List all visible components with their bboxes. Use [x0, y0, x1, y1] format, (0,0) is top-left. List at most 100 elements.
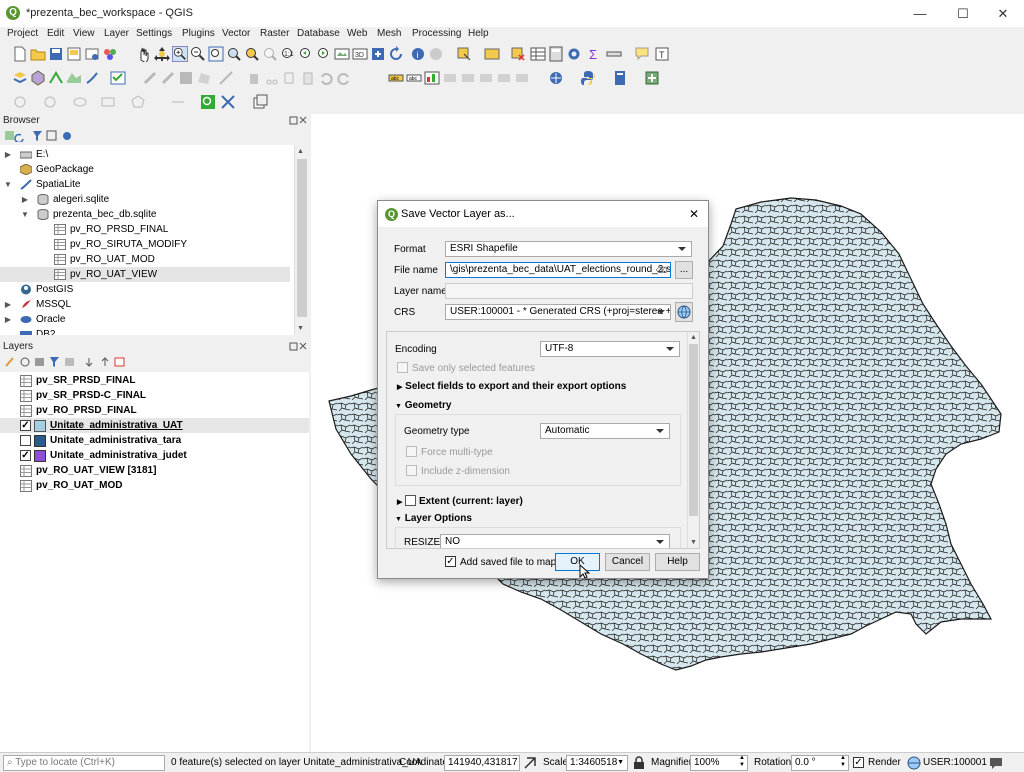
- add-vector-layer-icon[interactable]: [66, 70, 82, 86]
- zoom-last-icon[interactable]: [298, 46, 314, 62]
- extent-section[interactable]: ▶ Extent (current: layer): [397, 493, 523, 507]
- layer-labeling-icon[interactable]: abc: [406, 70, 422, 86]
- panel-float-close-icon[interactable]: [289, 342, 307, 351]
- move-label-icon[interactable]: [478, 70, 494, 86]
- add-to-map-checkbox[interactable]: ✓: [445, 556, 456, 567]
- minimize-button[interactable]: —: [900, 0, 940, 27]
- browser-item-oracle[interactable]: ▶ Oracle: [0, 312, 294, 327]
- zoom-native-icon[interactable]: 1:1: [280, 46, 296, 62]
- force-multi-checkbox[interactable]: [406, 446, 417, 457]
- select-by-value-icon[interactable]: [484, 46, 500, 62]
- cancel-button[interactable]: Cancel: [605, 553, 650, 571]
- layer-visibility-checkbox[interactable]: ✓: [20, 450, 31, 461]
- ok-button[interactable]: OK: [555, 553, 600, 571]
- new-map-view-icon[interactable]: [334, 46, 350, 62]
- geometry-type-combobox[interactable]: Automatic: [540, 423, 670, 439]
- browser-item-db2[interactable]: DB2: [0, 327, 294, 335]
- layer-row[interactable]: pv_RO_UAT_VIEW [3181]: [0, 463, 309, 478]
- zoom-next-icon[interactable]: [316, 46, 332, 62]
- new-print-layout-icon[interactable]: [66, 46, 82, 62]
- resize-combobox[interactable]: NO: [440, 534, 670, 548]
- new-project-icon[interactable]: [12, 46, 28, 62]
- plugin-manager-icon[interactable]: [644, 70, 660, 86]
- zoom-full-icon[interactable]: [226, 46, 242, 62]
- browser-item-e-drive[interactable]: ▶ E:\: [0, 147, 294, 162]
- statistical-summary-icon[interactable]: Σ: [586, 46, 602, 62]
- menu-database[interactable]: Database: [297, 28, 340, 39]
- browser-item-postgis[interactable]: PostGIS: [0, 282, 294, 297]
- crs-selector-button[interactable]: [675, 302, 693, 322]
- layer-options-section-header[interactable]: ▼ Layer Options: [395, 513, 472, 524]
- zoom-rubberband-icon[interactable]: [208, 46, 224, 62]
- add-ellipse-icon[interactable]: [72, 94, 88, 110]
- rotate-label-icon[interactable]: [496, 70, 512, 86]
- add-polygon-icon[interactable]: [196, 70, 212, 86]
- layername-input[interactable]: [445, 283, 693, 299]
- menu-mesh[interactable]: Mesh: [377, 28, 401, 39]
- expand-arrow-icon[interactable]: ▶: [4, 297, 12, 312]
- add-spatialite-layer-icon[interactable]: [84, 70, 100, 86]
- save-edits-icon[interactable]: [178, 70, 194, 86]
- browser-item-geopackage[interactable]: GeoPackage: [0, 162, 294, 177]
- filename-input[interactable]: \gis\prezenta_bec_data\UAT_elections_rou…: [445, 262, 671, 278]
- browser-item-prezenta-db[interactable]: ▼ prezenta_bec_db.sqlite: [0, 207, 294, 222]
- browser-item-table-selected[interactable]: pv_RO_UAT_VIEW: [0, 267, 290, 282]
- text-annotation-icon[interactable]: T: [654, 46, 670, 62]
- pan-map-icon[interactable]: [136, 46, 152, 62]
- expand-arrow-icon[interactable]: ▶: [4, 147, 12, 162]
- zoom-selection-icon[interactable]: [244, 46, 260, 62]
- save-project-icon[interactable]: [48, 46, 64, 62]
- crs-combobox[interactable]: USER:100001 - * Generated CRS (+proj=ste…: [445, 304, 671, 320]
- layer-visibility-checkbox[interactable]: [20, 435, 31, 446]
- menu-view[interactable]: View: [73, 28, 95, 39]
- open-field-calc-icon[interactable]: [110, 70, 126, 86]
- layer-row[interactable]: Unitate_administrativa_tara: [0, 433, 309, 448]
- collapse-arrow-icon[interactable]: ▼: [4, 177, 12, 192]
- geometry-section-header[interactable]: ▼ Geometry: [395, 400, 451, 411]
- browser-item-mssql[interactable]: ▶ MSSQL: [0, 297, 294, 312]
- delete-selected-icon[interactable]: [246, 70, 262, 86]
- metasearch-icon[interactable]: [612, 70, 628, 86]
- crs-status-icon[interactable]: [907, 756, 921, 770]
- coordinate-field[interactable]: 141940,431817: [444, 755, 520, 771]
- refresh-icon[interactable]: [388, 46, 404, 62]
- new-bookmark-icon[interactable]: [370, 46, 386, 62]
- vertex-tool-icon[interactable]: [218, 70, 234, 86]
- new-vector-layer-icon[interactable]: [48, 70, 64, 86]
- open-project-icon[interactable]: [30, 46, 46, 62]
- add-circle-icon[interactable]: [42, 94, 58, 110]
- processing-toolbox-icon[interactable]: [566, 46, 582, 62]
- data-source-manager-icon[interactable]: [12, 70, 28, 86]
- layers-toolbar-icons[interactable]: [5, 356, 125, 368]
- browse-file-button[interactable]: ...: [675, 261, 693, 279]
- menu-edit[interactable]: Edit: [47, 28, 64, 39]
- save-selected-checkbox[interactable]: [397, 362, 408, 373]
- zoom-layer-icon[interactable]: [262, 46, 278, 62]
- menu-settings[interactable]: Settings: [136, 28, 172, 39]
- map-tips-icon[interactable]: [634, 46, 650, 62]
- browser-toolbar-icons[interactable]: [5, 130, 73, 142]
- run-feature-action-icon[interactable]: [428, 46, 444, 62]
- field-calculator-icon[interactable]: [548, 46, 564, 62]
- coordinate-capture-icon[interactable]: [220, 94, 236, 110]
- add-regular-polygon-icon[interactable]: [130, 94, 146, 110]
- select-fields-section[interactable]: ▶ Select fields to export and their expo…: [397, 381, 626, 392]
- expand-arrow-icon[interactable]: ▶: [4, 312, 12, 327]
- cut-features-icon[interactable]: [264, 70, 280, 86]
- digitize-shape-icon[interactable]: [12, 94, 28, 110]
- format-combobox[interactable]: ESRI Shapefile: [445, 241, 692, 257]
- menu-processing[interactable]: Processing: [412, 28, 461, 39]
- close-window-button[interactable]: ✕: [983, 0, 1023, 27]
- layer-row[interactable]: pv_RO_UAT_MOD: [0, 478, 309, 493]
- browser-item-alegeri[interactable]: ▶ alegeri.sqlite: [0, 192, 294, 207]
- magnifier-spinbox[interactable]: 100% ▲ ▼: [690, 755, 748, 771]
- identify-features-icon[interactable]: i: [410, 46, 426, 62]
- menu-layer[interactable]: Layer: [104, 28, 129, 39]
- browser-item-table[interactable]: pv_RO_UAT_MOD: [0, 252, 294, 267]
- extents-toggle-icon[interactable]: [523, 756, 537, 770]
- locator-search-input[interactable]: ⌕ Type to locate (Ctrl+K): [3, 755, 165, 771]
- layer-row[interactable]: pv_SR_PRSD-C_FINAL: [0, 388, 309, 403]
- browser-scrollbar[interactable]: ▲ ▼: [294, 145, 309, 335]
- zoom-out-icon[interactable]: [190, 46, 206, 62]
- toggle-editing-icon[interactable]: [160, 70, 176, 86]
